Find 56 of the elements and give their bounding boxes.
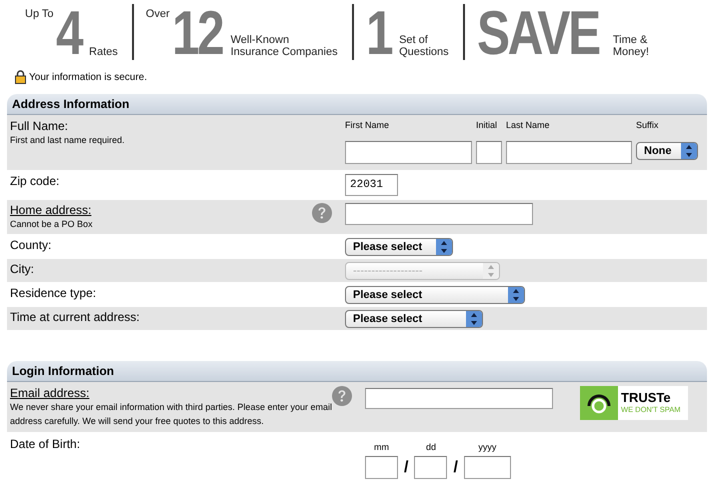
dropdown-arrows-icon: [466, 311, 482, 327]
field-label-link[interactable]: Email address:: [10, 386, 90, 400]
stat-prefix: Up To: [25, 8, 54, 20]
column-label: Suffix: [636, 119, 660, 131]
field-label: Residence type:: [10, 286, 96, 300]
stat-number: 4: [56, 8, 81, 60]
field-hint: We never share your email information with third parties. Please enter your email address carefully. We will send your free quotes to this address.: [10, 401, 332, 428]
dropdown[interactable]: Please select: [345, 238, 453, 256]
field-hint: Cannot be a PO Box: [10, 218, 94, 231]
text-field[interactable]: [345, 203, 533, 225]
field-hint: First and last name required.: [10, 134, 126, 147]
dropdown[interactable]: Please select: [345, 310, 483, 328]
text-field[interactable]: [345, 141, 472, 164]
column-label: Last Name: [506, 119, 551, 131]
dropdown-arrows-icon: [483, 263, 499, 279]
seal-name: TRUSTe: [621, 391, 672, 405]
field-label-link[interactable]: Home address:: [10, 203, 92, 217]
dropdown-arrows-icon: [508, 287, 524, 303]
dropdown-arrows-icon: [436, 239, 452, 255]
section-header: Login Information: [7, 361, 707, 382]
date-part-label: mm: [374, 441, 389, 453]
field-label: County:: [10, 238, 52, 252]
security-note: Your information is secure.: [29, 72, 148, 82]
text-field[interactable]: [476, 141, 502, 164]
help-icon[interactable]: [312, 203, 332, 223]
section-header: Address Information: [7, 94, 707, 115]
lock-icon: [15, 70, 26, 84]
date-part-label: dd: [426, 441, 436, 453]
column-label: First Name: [345, 119, 390, 131]
date-field[interactable]: [464, 456, 511, 479]
stat-caption: Time & Money!: [612, 34, 649, 60]
stat-caption: Well-Known Insurance Companies: [230, 34, 338, 60]
column-label: Initial: [476, 119, 498, 131]
date-separator: /: [403, 458, 410, 478]
field-label: City:: [10, 262, 34, 276]
date-part-label: yyyy: [478, 441, 496, 453]
dropdown-arrows-icon: [681, 143, 697, 159]
field-label: Full Name:: [10, 119, 68, 133]
dropdown[interactable]: None: [636, 142, 698, 160]
field-label: Date of Birth:: [10, 437, 80, 451]
text-field[interactable]: [506, 141, 632, 164]
stat-caption: Set of Questions: [399, 34, 449, 60]
stat-number: 12: [172, 8, 222, 60]
stat-prefix: Over: [146, 8, 170, 20]
text-field[interactable]: 22031: [345, 174, 398, 196]
dropdown[interactable]: Please select: [345, 286, 525, 304]
stat-number: SAVE: [476, 8, 598, 60]
field-label: Time at current address:: [10, 310, 140, 324]
field-label: Zip code:: [10, 174, 60, 188]
date-field[interactable]: [414, 456, 448, 479]
date-field[interactable]: [365, 456, 398, 479]
stat-caption: Rates: [89, 46, 118, 60]
help-icon[interactable]: [332, 386, 352, 406]
email-field[interactable]: [365, 388, 553, 409]
date-separator: /: [452, 458, 459, 478]
stat-number: 1: [366, 8, 391, 60]
